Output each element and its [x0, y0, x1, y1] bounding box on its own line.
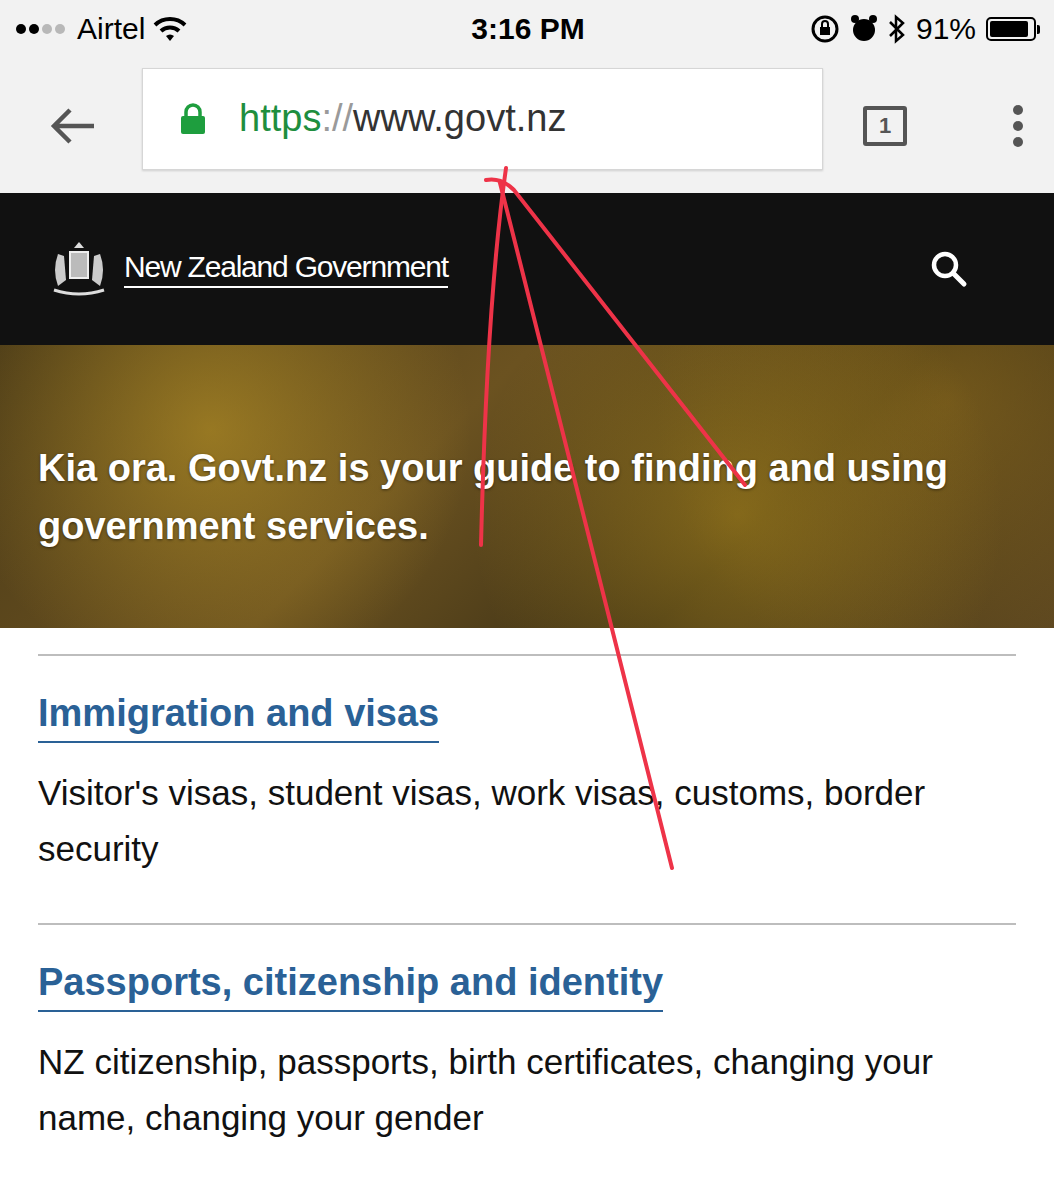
url-separator: ://: [321, 97, 353, 139]
status-bar: Airtel 3:16 PM 91%: [0, 0, 1054, 58]
battery-percent: 91%: [916, 12, 976, 46]
wifi-icon: [153, 16, 187, 42]
tab-count-button[interactable]: 1: [863, 106, 907, 146]
url-host: www.govt.nz: [353, 97, 566, 139]
service-section: Immigration and visas Visitor's visas, s…: [38, 654, 1016, 923]
menu-dots-icon[interactable]: [1012, 105, 1024, 147]
battery-icon: [986, 17, 1036, 41]
section-link[interactable]: Passports, citizenship and identity: [38, 961, 663, 1012]
address-bar[interactable]: https://www.govt.nz: [142, 68, 823, 170]
section-link[interactable]: Immigration and visas: [38, 692, 439, 743]
hero-text: Kia ora. Govt.nz is your guide to findin…: [38, 439, 968, 555]
brand-logo[interactable]: New Zealand Government: [48, 240, 448, 298]
url-scheme: https: [239, 97, 321, 139]
coat-of-arms-icon: [48, 240, 110, 298]
search-icon[interactable]: [930, 250, 968, 288]
alarm-icon: [850, 14, 878, 44]
lock-icon: [179, 103, 207, 135]
service-section: Passports, citizenship and identity NZ c…: [38, 923, 1016, 1192]
bluetooth-icon: [888, 14, 906, 44]
back-arrow-icon[interactable]: [50, 106, 96, 146]
browser-toolbar: https://www.govt.nz 1: [0, 58, 1054, 193]
service-list: Immigration and visas Visitor's visas, s…: [0, 628, 1054, 1192]
section-description: Visitor's visas, student visas, work vis…: [38, 765, 1016, 877]
hero-banner: Kia ora. Govt.nz is your guide to findin…: [0, 345, 1054, 628]
clock: 3:16 PM: [471, 12, 584, 46]
hand-drawn-arrow-icon: [0, 0, 1054, 1200]
signal-icon: [16, 24, 65, 34]
carrier: Airtel: [77, 12, 145, 46]
site-header: New Zealand Government: [0, 193, 1054, 345]
rotation-lock-icon: [810, 14, 840, 44]
section-description: NZ citizenship, passports, birth certifi…: [38, 1034, 1016, 1146]
phone-screen: Airtel 3:16 PM 91% https://www.govt.nz 1…: [0, 0, 1054, 1200]
